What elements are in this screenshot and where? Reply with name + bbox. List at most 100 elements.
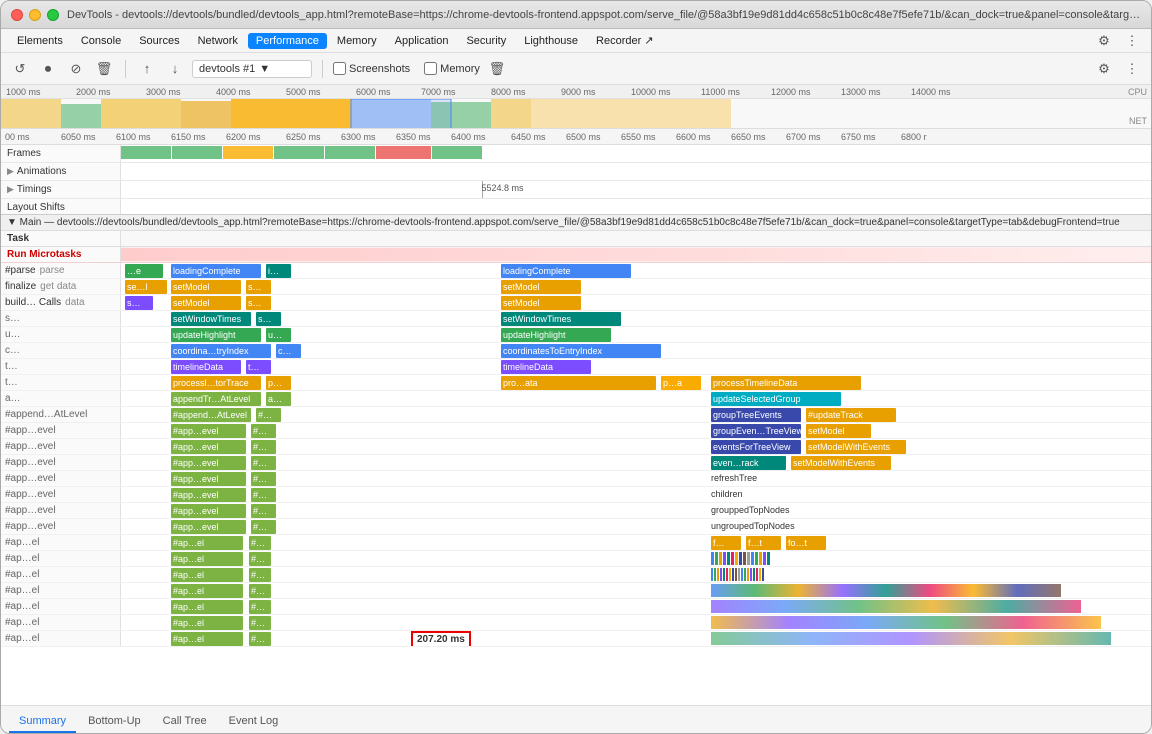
reload-record-button[interactable]: ↺ bbox=[9, 58, 31, 80]
fbar-hash2[interactable]: #… bbox=[251, 424, 276, 438]
flame-row-plt-bars[interactable]: processl…torTrace p… pro…ata p…a process… bbox=[121, 375, 1151, 390]
fbar-hash5[interactable]: #… bbox=[251, 472, 276, 486]
fbar-apel-4[interactable]: #ap…el bbox=[171, 584, 243, 598]
screenshots-checkbox-area[interactable]: Screenshots bbox=[333, 62, 410, 75]
flame-row-finalize-bars[interactable]: se…l setModel s… setModel bbox=[121, 279, 1151, 294]
memory-checkbox[interactable] bbox=[424, 62, 437, 75]
fbar-eventrack[interactable]: even…rack bbox=[711, 456, 786, 470]
fbar-hash3[interactable]: #… bbox=[251, 440, 276, 454]
flame-row-td-bars[interactable]: timelineData t… timelineData bbox=[121, 359, 1151, 374]
fbar-timelineData-1[interactable]: timelineData bbox=[171, 360, 241, 374]
track-timings-content[interactable]: 5524.8 ms bbox=[121, 181, 1151, 198]
fbar-hash-last[interactable]: #… bbox=[249, 632, 271, 646]
overflow-button[interactable]: ⋮ bbox=[1121, 58, 1143, 80]
record-button[interactable]: ⏺ bbox=[37, 58, 59, 80]
fbar-hash-ap3[interactable]: #… bbox=[249, 568, 271, 582]
flame-row-app2-bars[interactable]: #app…evel #… groupEven…TreeView setModel bbox=[121, 423, 1151, 438]
fbar-p-plt[interactable]: p… bbox=[266, 376, 291, 390]
flame-row-ap4-bars[interactable]: #ap…el #… bbox=[121, 583, 1151, 598]
fbar-timelineData-2[interactable]: timelineData bbox=[501, 360, 591, 374]
flame-row-build-bars[interactable]: s… setModel s… setModel bbox=[121, 295, 1151, 310]
fbar-ctei-1[interactable]: coordina…tryIndex bbox=[171, 344, 271, 358]
fbar-appevel-6[interactable]: #app…evel bbox=[171, 488, 246, 502]
fbar-fot1[interactable]: fo…t bbox=[786, 536, 826, 550]
menu-performance[interactable]: Performance bbox=[248, 33, 327, 49]
menu-elements[interactable]: Elements bbox=[9, 33, 71, 49]
fbar-groupTreeEvents[interactable]: groupTreeEvents bbox=[711, 408, 801, 422]
fbar-setModel-4[interactable]: setModel bbox=[501, 296, 581, 310]
more-options-icon[interactable]: ⋮ bbox=[1121, 30, 1143, 52]
fbar-pa[interactable]: p…a bbox=[661, 376, 701, 390]
target-selector[interactable]: devtools #1 ▼ bbox=[192, 60, 312, 78]
fbar-setModel-1[interactable]: setModel bbox=[171, 280, 241, 294]
fbar-loading-complete-1[interactable]: loadingComplete bbox=[171, 264, 261, 278]
flame-row-parse-bars[interactable]: …e loadingComplete i… loadingComplete bbox=[121, 263, 1151, 278]
track-animations-content[interactable] bbox=[121, 163, 1151, 180]
flame-row-app6-bars[interactable]: #app…evel #… children bbox=[121, 487, 1151, 502]
flame-row-app1-bars[interactable]: #append…AtLevel #… groupTreeEvents #upda… bbox=[121, 407, 1151, 422]
fbar-groupEvTreeView[interactable]: groupEven…TreeView bbox=[711, 424, 801, 438]
flame-row-ap5-bars[interactable]: #ap…el #… bbox=[121, 599, 1151, 614]
upload-button[interactable]: ↑ bbox=[136, 58, 158, 80]
fbar-appevel-5[interactable]: #app…evel bbox=[171, 472, 246, 486]
screenshots-checkbox[interactable] bbox=[333, 62, 346, 75]
flame-row-app3-bars[interactable]: #app…evel #… eventsForTreeView setModelW… bbox=[121, 439, 1151, 454]
flame-row-ap2-bars[interactable]: #ap…el #… bbox=[121, 551, 1151, 566]
menu-recorder[interactable]: Recorder ↗ bbox=[588, 32, 662, 49]
flame-row-swt-bars[interactable]: setWindowTimes s… setWindowTimes bbox=[121, 311, 1151, 326]
fbar-appevel-2[interactable]: #app…evel bbox=[171, 424, 246, 438]
expand-icon-timings[interactable]: ▶ bbox=[7, 184, 14, 195]
fbar-c-ctei[interactable]: c… bbox=[276, 344, 301, 358]
fbar-hash8[interactable]: #… bbox=[251, 520, 276, 534]
fbar-setWindowTimes-2[interactable]: setWindowTimes bbox=[501, 312, 621, 326]
tab-bottom-up[interactable]: Bottom-Up bbox=[78, 711, 151, 733]
tab-summary[interactable]: Summary bbox=[9, 711, 76, 733]
fbar-appevel-4[interactable]: #app…evel bbox=[171, 456, 246, 470]
flame-row-app5-bars[interactable]: #app…evel #… refreshTree bbox=[121, 471, 1151, 486]
download-button[interactable]: ↓ bbox=[164, 58, 186, 80]
fbar-apel-3[interactable]: #ap…el bbox=[171, 568, 243, 582]
fbar-hash-ap1[interactable]: #… bbox=[249, 536, 271, 550]
fbar-setModel-2[interactable]: setModel bbox=[501, 280, 581, 294]
fbar-apel-6[interactable]: #ap…el bbox=[171, 616, 243, 630]
flame-row-ap6-bars[interactable]: #ap…el #… bbox=[121, 615, 1151, 630]
menu-security[interactable]: Security bbox=[458, 33, 514, 49]
fbar-sel[interactable]: se…l bbox=[125, 280, 167, 294]
fbar-s3[interactable]: s… bbox=[246, 296, 271, 310]
fbar-setWindowTimes-1[interactable]: setWindowTimes bbox=[171, 312, 251, 326]
fbar-hash6[interactable]: #… bbox=[251, 488, 276, 502]
fbar-processTimelineData[interactable]: processTimelineData bbox=[711, 376, 861, 390]
fbar-hash-ap4[interactable]: #… bbox=[249, 584, 271, 598]
fbar-appevel-7[interactable]: #app…evel bbox=[171, 504, 246, 518]
flame-row-app8-bars[interactable]: #app…evel #… ungroupedTopNodes bbox=[121, 519, 1151, 534]
menu-lighthouse[interactable]: Lighthouse bbox=[516, 33, 586, 49]
fbar-hash-ap6[interactable]: #… bbox=[249, 616, 271, 630]
flame-row-atl-bars[interactable]: appendTr…AtLevel a… updateSelectedGroup bbox=[121, 391, 1151, 406]
fbar-ctei-2[interactable]: coordinatesToEntryIndex bbox=[501, 344, 661, 358]
settings-icon[interactable]: ⚙ bbox=[1093, 30, 1115, 52]
settings-gear-button[interactable]: ⚙ bbox=[1093, 58, 1115, 80]
track-layout-shifts-content[interactable] bbox=[121, 199, 1151, 215]
fbar-i[interactable]: i… bbox=[266, 264, 291, 278]
track-frames-content[interactable] bbox=[121, 145, 1151, 162]
timeline-overview[interactable]: 1000 ms 2000 ms 3000 ms 4000 ms 5000 ms … bbox=[1, 85, 1151, 129]
fbar-ft1[interactable]: f…t bbox=[746, 536, 781, 550]
flamechart-scroll[interactable]: Task Run Microtasks #parse bbox=[1, 231, 1151, 705]
fbar-updateSelectedGroup[interactable]: updateSelectedGroup bbox=[711, 392, 841, 406]
fbar-appendTr[interactable]: appendTr…AtLevel bbox=[171, 392, 261, 406]
fbar-plt-2[interactable]: pro…ata bbox=[501, 376, 656, 390]
menu-sources[interactable]: Sources bbox=[131, 33, 187, 49]
fbar-hash-ap2[interactable]: #… bbox=[249, 552, 271, 566]
close-button[interactable] bbox=[11, 9, 23, 21]
flame-row-ap3-bars[interactable]: #ap…el #… bbox=[121, 567, 1151, 582]
fbar-apel-5[interactable]: #ap…el bbox=[171, 600, 243, 614]
menu-application[interactable]: Application bbox=[387, 33, 457, 49]
menu-network[interactable]: Network bbox=[190, 33, 246, 49]
fbar-appevel-3[interactable]: #app…evel bbox=[171, 440, 246, 454]
flame-row-last-bars[interactable]: #ap…el #… 207.20 ms bbox=[121, 631, 1151, 646]
flame-row-uh-bars[interactable]: updateHighlight u… updateHighlight bbox=[121, 327, 1151, 342]
expand-icon-animations[interactable]: ▶ bbox=[7, 166, 14, 177]
fbar-hash1[interactable]: #… bbox=[256, 408, 281, 422]
fbar-setModelWithEvents-1[interactable]: setModelWithEvents bbox=[806, 440, 906, 454]
flame-row-ctei-bars[interactable]: coordina…tryIndex c… coordinatesToEntryI… bbox=[121, 343, 1151, 358]
